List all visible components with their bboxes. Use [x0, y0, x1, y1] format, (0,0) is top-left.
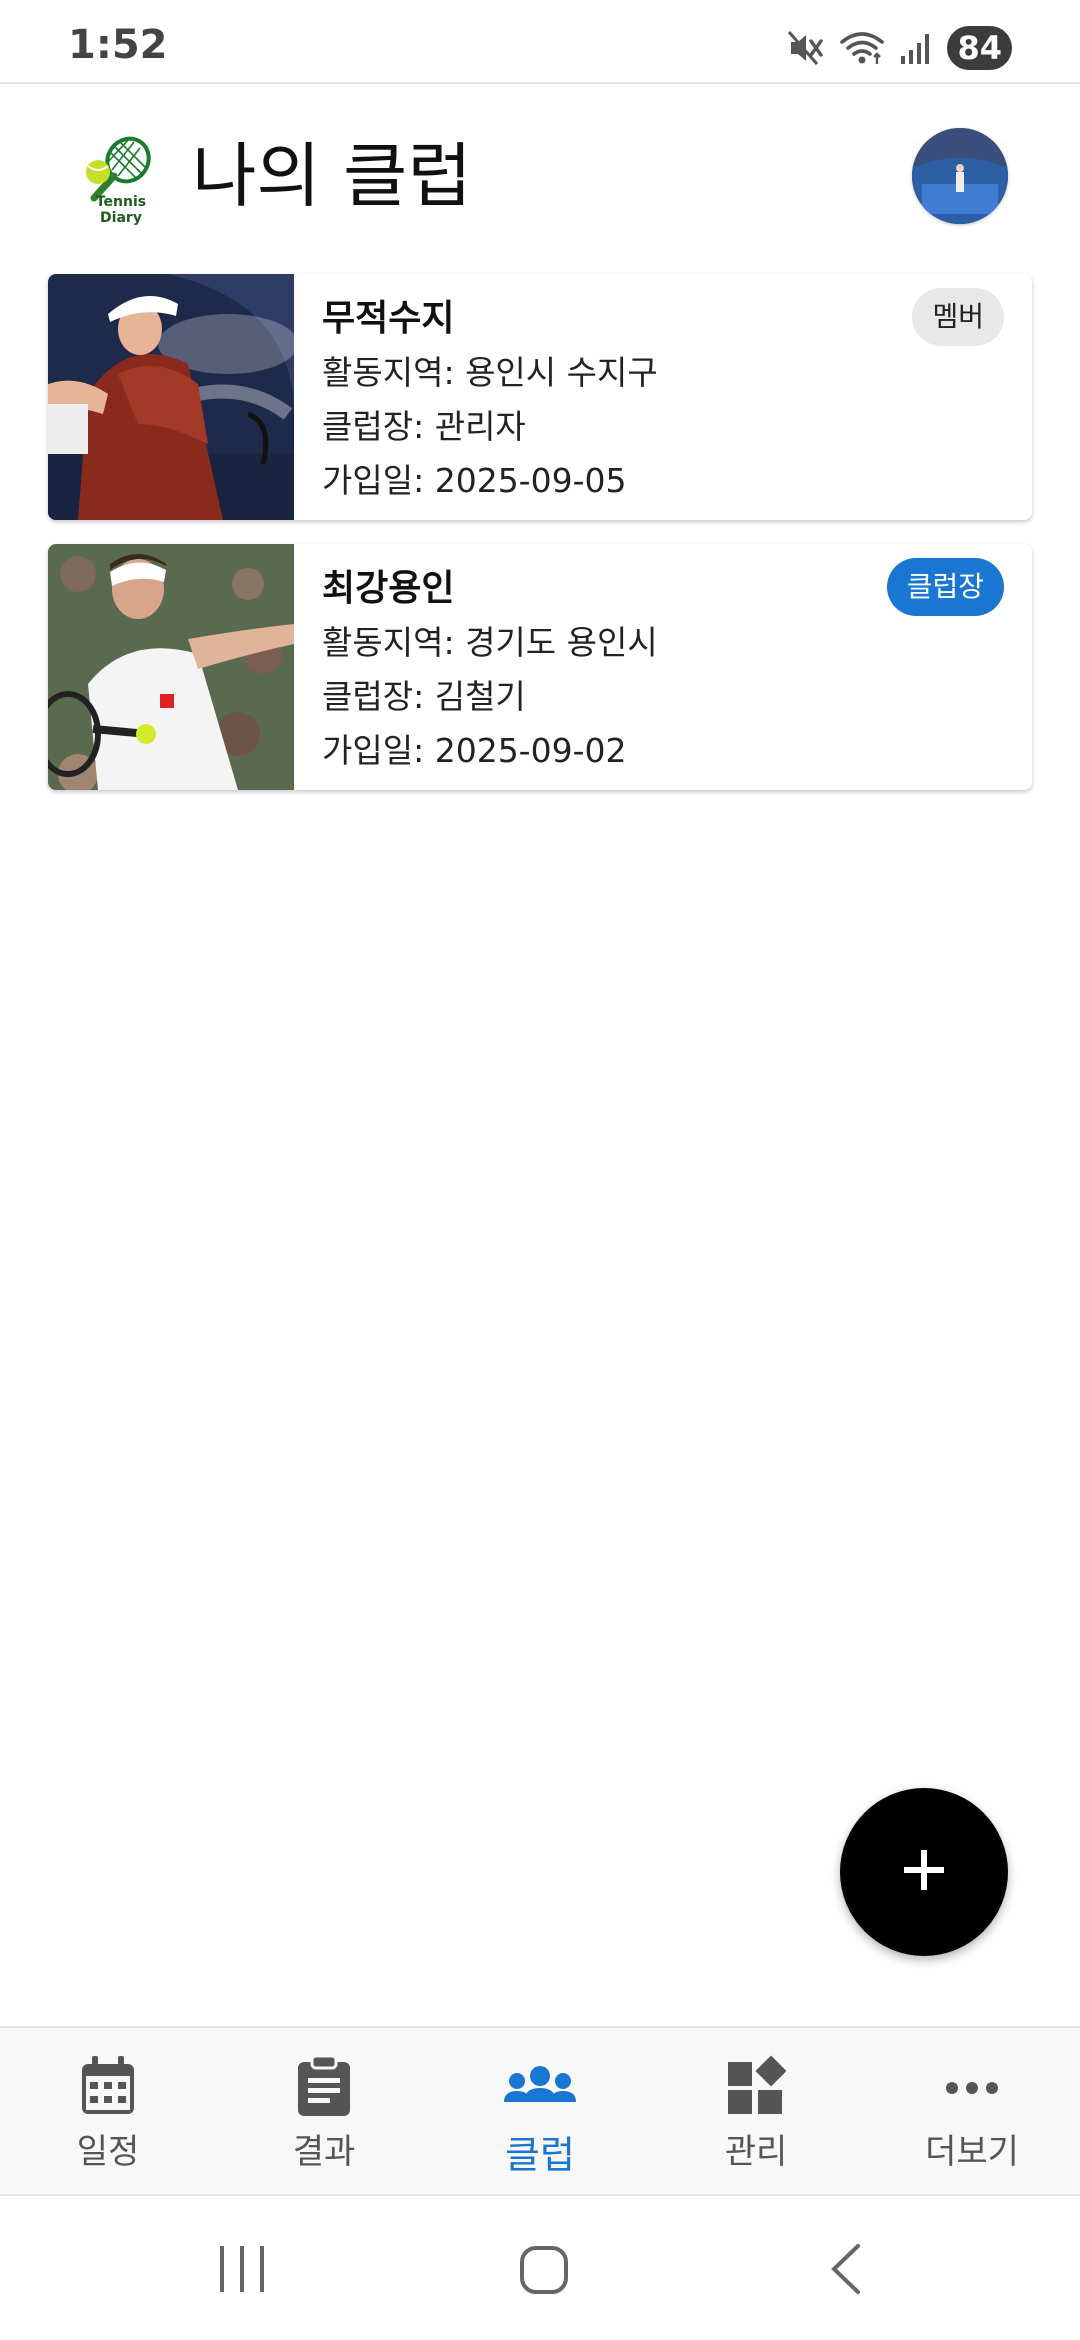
- club-info: 최강용인 활동지역: 경기도 용인시 클럽장: 김철기 가입일: 2025-09…: [294, 544, 1032, 790]
- club-card[interactable]: 무적수지 활동지역: 용인시 수지구 클럽장: 관리자 가입일: 2025-09…: [48, 274, 1032, 520]
- club-list: 무적수지 활동지역: 용인시 수지구 클럽장: 관리자 가입일: 2025-09…: [48, 274, 1032, 814]
- battery-indicator: 84: [947, 26, 1012, 70]
- club-info: 무적수지 활동지역: 용인시 수지구 클럽장: 관리자 가입일: 2025-09…: [294, 274, 1032, 520]
- status-icons: 84: [787, 24, 1012, 72]
- nav-label: 일정: [76, 2132, 140, 2172]
- nav-label: 관리: [724, 2132, 788, 2172]
- mute-icon: [787, 30, 825, 66]
- club-leader-label: 클럽장:: [322, 407, 435, 446]
- page-title: 나의 클럽: [192, 135, 472, 217]
- club-region-value: 경기도 용인시: [465, 623, 658, 662]
- nav-label: 결과: [292, 2132, 356, 2172]
- system-nav-bar: [0, 2198, 1080, 2340]
- role-badge: 멤버: [912, 288, 1004, 346]
- home-button[interactable]: [518, 2242, 570, 2300]
- club-joined-label: 가입일:: [322, 461, 435, 500]
- recents-button[interactable]: [216, 2242, 268, 2300]
- add-club-button[interactable]: [840, 1788, 1008, 1956]
- club-region: 활동지역: 용인시 수지구: [322, 346, 1032, 400]
- nav-item-schedule[interactable]: 일정: [0, 2028, 216, 2194]
- club-joined-value: 2025-09-02: [434, 731, 627, 770]
- nav-label: 더보기: [925, 2132, 1019, 2172]
- club-card[interactable]: 최강용인 활동지역: 경기도 용인시 클럽장: 김철기 가입일: 2025-09…: [48, 544, 1032, 790]
- club-photo: [48, 274, 294, 520]
- nav-item-results[interactable]: 결과: [216, 2028, 432, 2194]
- tennis-diary-logo: Tennis Diary: [76, 136, 166, 226]
- bottom-nav: 일정 결과 클럽 관리 더보기: [0, 2026, 1080, 2196]
- club-region-label: 활동지역:: [322, 623, 466, 662]
- more-icon: [942, 2054, 1002, 2118]
- club-joined-value: 2025-09-05: [434, 461, 627, 500]
- club-leader-value: 관리자: [434, 407, 526, 446]
- nav-item-manage[interactable]: 관리: [648, 2028, 864, 2194]
- back-button[interactable]: [826, 2242, 866, 2300]
- nav-item-club[interactable]: 클럽: [432, 2028, 648, 2194]
- group-icon: [502, 2054, 578, 2118]
- club-leader-value: 김철기: [434, 677, 526, 716]
- status-bar: 1:52 84: [0, 0, 1080, 84]
- logo-text: Tennis Diary: [95, 194, 147, 226]
- club-region-value: 용인시 수지구: [465, 353, 658, 392]
- status-time: 1:52: [68, 22, 168, 68]
- club-photo: [48, 544, 294, 790]
- role-badge: 클럽장: [886, 558, 1004, 616]
- club-region-label: 활동지역:: [322, 353, 466, 392]
- club-joined-label: 가입일:: [322, 731, 435, 770]
- nav-label: 클럽: [505, 2133, 575, 2177]
- signal-icon: [899, 30, 933, 66]
- wifi-icon: [839, 30, 885, 66]
- club-leader: 클럽장: 관리자: [322, 400, 1032, 454]
- club-region: 활동지역: 경기도 용인시: [322, 616, 1032, 670]
- plus-icon: [900, 1846, 948, 1898]
- club-joined: 가입일: 2025-09-02: [322, 724, 1032, 778]
- nav-item-more[interactable]: 더보기: [864, 2028, 1080, 2194]
- app-header: Tennis Diary 나의 클럽: [0, 86, 1080, 266]
- club-leader: 클럽장: 김철기: [322, 670, 1032, 724]
- calendar-icon: [78, 2054, 138, 2118]
- club-leader-label: 클럽장:: [322, 677, 435, 716]
- clipboard-icon: [296, 2054, 352, 2118]
- club-joined: 가입일: 2025-09-05: [322, 454, 1032, 508]
- widgets-icon: [726, 2054, 786, 2118]
- avatar[interactable]: [912, 128, 1008, 224]
